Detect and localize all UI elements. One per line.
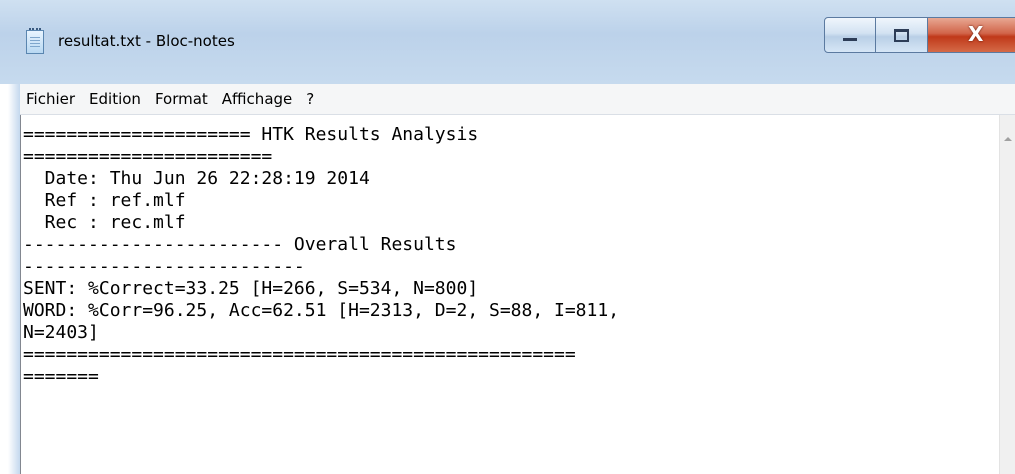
editor-line: SENT: %Correct=33.25 [H=266, S=534, N=80… [23, 278, 479, 299]
maximize-icon [894, 29, 909, 42]
notepad-icon[interactable] [26, 28, 44, 54]
editor-line: Rec : rec.mlf [23, 212, 186, 233]
notepad-window: resultat.txt - Bloc-notes X Fichier Edit… [0, 0, 1015, 474]
editor-line: N=2403] [23, 322, 99, 343]
vertical-scrollbar[interactable] [999, 115, 1015, 474]
menu-help[interactable]: ? [299, 90, 321, 108]
menu-bar: Fichier Edition Format Affichage ? [20, 84, 1015, 115]
menu-format[interactable]: Format [148, 90, 215, 108]
editor-line: ========================================… [23, 344, 576, 365]
editor-line: -------------------------- [23, 256, 305, 277]
scroll-up-arrow-icon[interactable] [1004, 137, 1012, 141]
editor-line: Ref : ref.mlf [23, 190, 186, 211]
menu-fichier[interactable]: Fichier [20, 90, 82, 108]
title-bar[interactable]: resultat.txt - Bloc-notes X [0, 0, 1015, 84]
editor-line: ======================= [23, 146, 273, 167]
editor-line: ===================== HTK Results Analys… [23, 124, 479, 145]
minimize-button[interactable] [824, 17, 876, 53]
editor-line: Date: Thu Jun 26 22:28:19 2014 [23, 168, 370, 189]
minimize-icon [843, 38, 857, 41]
editor-content[interactable]: ===================== HTK Results Analys… [23, 124, 619, 388]
caption-buttons: X [824, 17, 1015, 53]
maximize-button[interactable] [876, 17, 928, 53]
text-editor[interactable]: ===================== HTK Results Analys… [20, 115, 1015, 474]
editor-line: ------------------------ Overall Results [23, 234, 457, 255]
menu-edition[interactable]: Edition [82, 90, 148, 108]
editor-line: WORD: %Corr=96.25, Acc=62.51 [H=2313, D=… [23, 300, 620, 321]
editor-line: ======= [23, 366, 99, 387]
window-left-border [0, 84, 20, 474]
close-button[interactable]: X [928, 17, 1015, 53]
window-title: resultat.txt - Bloc-notes [58, 32, 235, 50]
menu-affichage[interactable]: Affichage [215, 90, 299, 108]
close-icon: X [968, 22, 984, 46]
